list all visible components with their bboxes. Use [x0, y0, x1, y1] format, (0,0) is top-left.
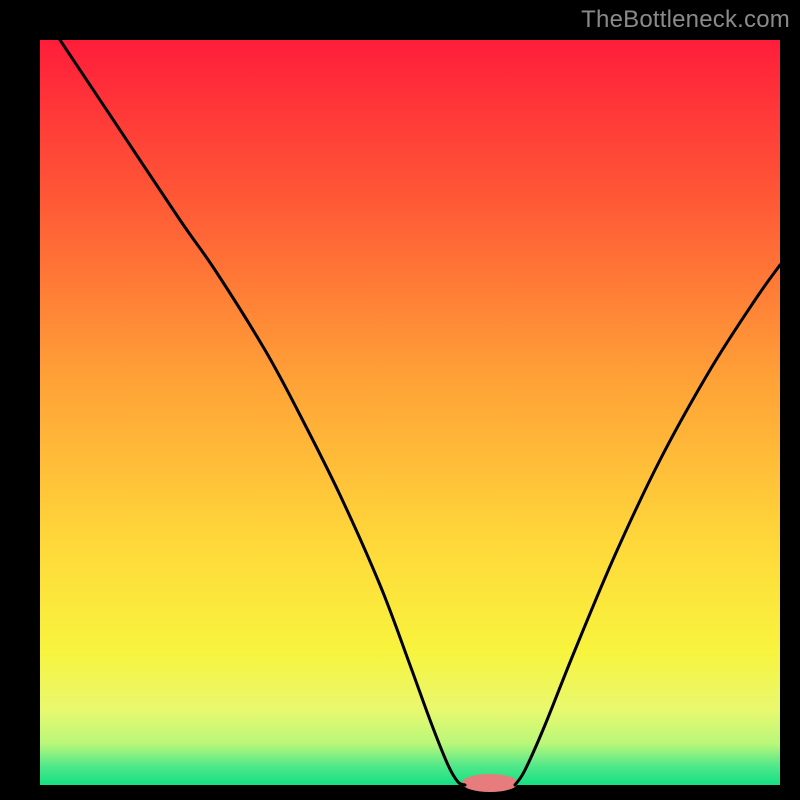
- watermark-text: TheBottleneck.com: [581, 6, 790, 34]
- optimal-marker: [462, 774, 518, 792]
- chart-container: TheBottleneck.com: [0, 0, 800, 800]
- plot-background: [40, 40, 780, 785]
- bottleneck-chart-svg: [0, 0, 800, 800]
